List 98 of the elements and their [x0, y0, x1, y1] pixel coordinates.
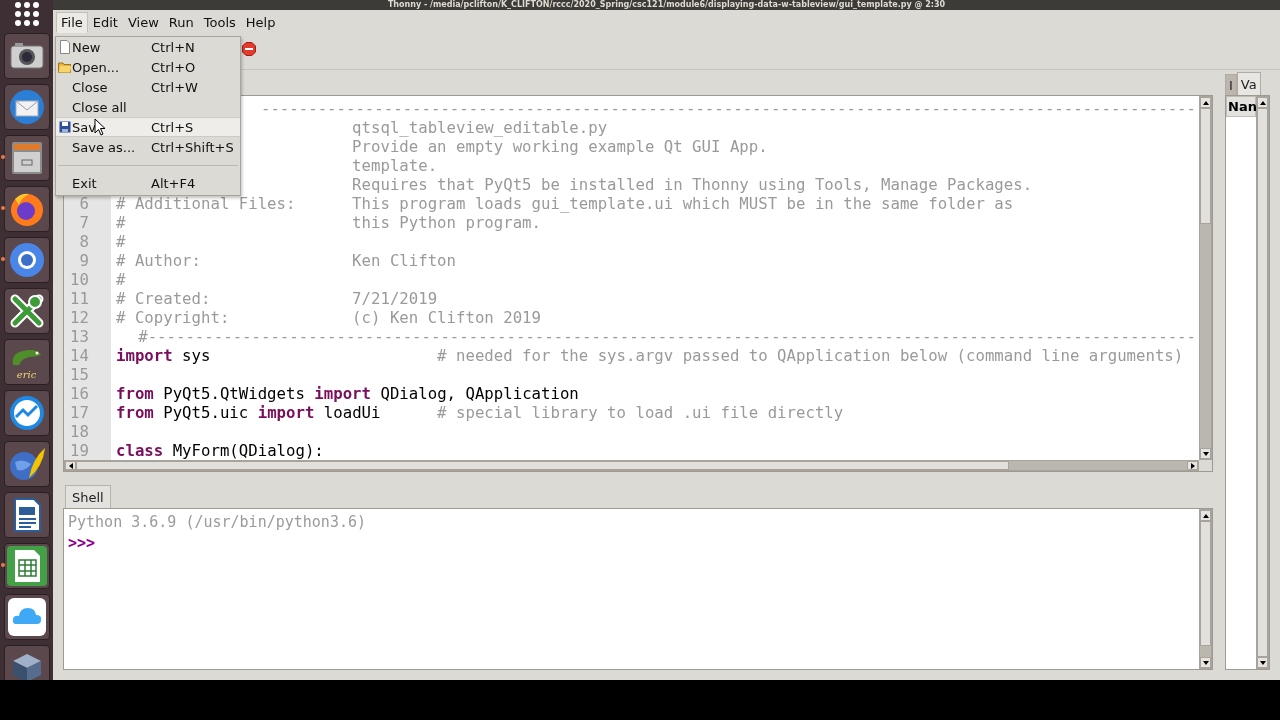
line-number: 10 [69, 270, 90, 289]
launcher-button[interactable] [3, 441, 50, 487]
panel-tab[interactable]: I [1225, 74, 1237, 95]
vertical-scrollbar[interactable] [1199, 509, 1212, 669]
folder-icon [57, 61, 72, 73]
menu-item[interactable]: Edit [87, 12, 123, 33]
comment-text: template. [352, 156, 438, 175]
launcher-button[interactable]: eric [3, 339, 50, 385]
comment-text: # Additional Files: [116, 194, 296, 213]
code-text: from PyQt5.uic import loadUi [116, 403, 381, 422]
launcher-button[interactable] [3, 594, 50, 640]
menu-entry[interactable]: Save as... Ctrl+Shift+S [56, 137, 240, 157]
line-number: 18 [69, 422, 90, 441]
scrollbar-thumb[interactable] [76, 461, 1010, 470]
comment-text: qtsql_tableview_editable.py [352, 118, 608, 137]
launcher-button[interactable] [3, 645, 50, 680]
scrollbar-corner [1199, 460, 1212, 471]
menu-item[interactable]: View [122, 12, 164, 33]
menu-item[interactable]: Run [163, 12, 199, 33]
line-number: 19 [69, 441, 90, 460]
line-number: 11 [69, 289, 90, 308]
launcher-button[interactable] [3, 492, 50, 538]
menu-entry[interactable]: Sav Ctrl+S [56, 117, 240, 137]
shell-tab[interactable]: Shell [65, 485, 111, 508]
code-text: import sys [116, 346, 211, 365]
scroll-arrow-button[interactable] [1200, 97, 1211, 108]
vertical-scrollbar[interactable] [1256, 96, 1269, 669]
menu-entry[interactable]: Exit Alt+F4 [56, 173, 240, 193]
scrollbar-thumb[interactable] [1257, 108, 1268, 657]
horizontal-scrollbar[interactable] [64, 460, 1199, 471]
launcher-button[interactable] [3, 237, 50, 283]
comment-text: # Copyright: [116, 308, 230, 327]
launcher-button[interactable] [3, 390, 50, 436]
launcher-label: eric [16, 368, 37, 380]
stop-button[interactable] [242, 42, 256, 56]
launcher-button[interactable] [3, 186, 50, 232]
line-number: 14 [69, 346, 90, 365]
code-text: from PyQt5.QtWidgets import QDialog, QApplication [116, 384, 579, 403]
comment-text: #--------------------------------------------------------------------------------------------------------------- [138, 327, 1196, 346]
mouse-pointer-icon [94, 118, 106, 136]
scroll-arrow-button[interactable] [1257, 97, 1268, 108]
comment-text: this Python program. [352, 213, 541, 232]
scroll-arrow-button[interactable] [65, 461, 76, 470]
scroll-arrow-button[interactable] [1200, 510, 1211, 521]
comment-text: # Author: [116, 251, 201, 270]
menu-entry[interactable]: Open... Ctrl+O [56, 57, 240, 77]
line-number: 6 [78, 194, 90, 213]
menu-entry[interactable]: Close all [56, 97, 240, 117]
line-number: 17 [69, 403, 90, 422]
line-number: 16 [69, 384, 90, 403]
scroll-arrow-button[interactable] [1187, 461, 1198, 470]
comment-text: --------------------------------------------------------------------------------------------------- [260, 99, 1196, 118]
comment-text: # [116, 270, 126, 289]
scrollbar-thumb[interactable] [1200, 108, 1211, 224]
comment-text: This program loads gui_template.ui which MUST be in the same folder as [352, 194, 1014, 213]
code-text: class MyForm(QDialog): [116, 441, 324, 460]
line-number: 15 [69, 365, 90, 384]
launcher-button[interactable] [3, 84, 50, 130]
line-number: 13 [69, 327, 90, 346]
shell-prompt: >>> [68, 533, 96, 554]
comment-text: # [116, 213, 126, 232]
scroll-arrow-button[interactable] [1200, 448, 1211, 459]
comment-text: Provide an empty working example Qt GUI App. [352, 137, 768, 156]
app-grid-icon [12, 0, 41, 28]
launcher-button[interactable] [3, 135, 50, 181]
column-header: Nan [1226, 96, 1256, 117]
line-number: 12 [69, 308, 90, 327]
comment-text: Ken Clifton [352, 251, 456, 270]
launcher-button[interactable] [3, 288, 50, 334]
scroll-arrow-button[interactable] [1200, 657, 1211, 668]
comment-text: # needed for the sys.argv passed to QApplication below (command line arguments) [437, 346, 1184, 365]
stop-sign-icon [242, 42, 256, 56]
menu-item[interactable]: File [56, 12, 88, 33]
comment-text: # Created: [116, 289, 211, 308]
vertical-scrollbar[interactable] [1199, 96, 1212, 460]
version-text: Python 3.6.9 (/usr/bin/python3.6) [68, 512, 366, 533]
menu-entry[interactable]: New Ctrl+N [56, 37, 240, 57]
comment-text: (c) Ken Clifton 2019 [352, 308, 541, 327]
menu-entry[interactable]: Close Ctrl+W [56, 77, 240, 97]
line-number: 8 [78, 232, 90, 251]
panel-tab[interactable]: Va [1236, 72, 1261, 95]
scrollbar-thumb[interactable] [1200, 521, 1211, 647]
spreadsheet-icon [6, 546, 47, 586]
cloud-icon [6, 597, 47, 637]
line-number: 9 [78, 251, 90, 270]
menu-item[interactable]: Tools [198, 12, 241, 33]
document-icon [58, 40, 71, 54]
comment-text: Requires that PyQt5 be installed in Thonny using Tools, Manage Packages. [352, 175, 1033, 194]
scroll-arrow-button[interactable] [1257, 657, 1268, 668]
menu-item[interactable]: Help [240, 12, 281, 33]
window-title: Thonny - /media/pclifton/K_CLIFTON/rccc/2020_Spring/csc121/module6/displaying-data-w-tableview/gui_template.py @ 2:30 [387, 0, 946, 9]
comment-text: 7/21/2019 [352, 289, 438, 308]
floppy-icon [58, 121, 71, 133]
launcher-button[interactable] [3, 33, 50, 79]
launcher-button[interactable] [3, 543, 50, 589]
line-number: 7 [78, 213, 90, 232]
comment-text: # [116, 232, 126, 251]
comment-text: # special library to load .ui file directly [437, 403, 844, 422]
